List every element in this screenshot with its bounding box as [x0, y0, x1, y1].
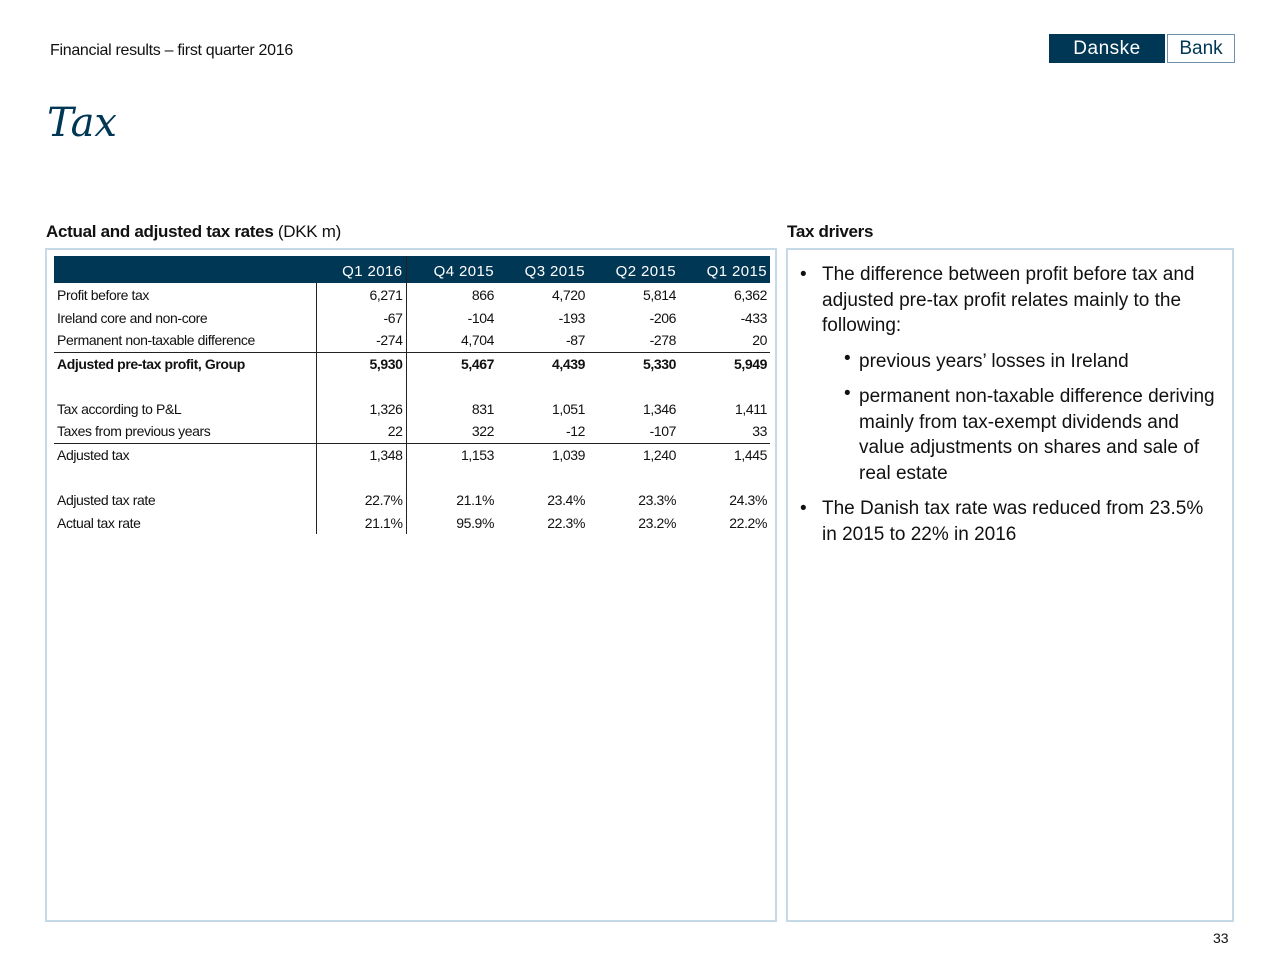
table-cell: 6,362 — [733, 286, 767, 303]
table-cell: -67 — [316, 306, 407, 329]
row-label: Adjusted pre-tax profit, Group — [54, 352, 317, 375]
table-cell: -104 — [467, 309, 495, 326]
table-row: Adjusted pre-tax profit, Group 5,930 5,4… — [54, 352, 770, 375]
logo-bank: Bank — [1167, 34, 1235, 63]
table-cell: 20 — [679, 329, 770, 353]
table-cell: -433 — [740, 309, 768, 326]
table-cell: 1,346 — [642, 400, 676, 417]
page-number: 33 — [1213, 930, 1229, 946]
table-cell: 23.4% — [547, 491, 585, 508]
table-cell: 322 — [406, 420, 497, 444]
table-cell: 1,240 — [642, 446, 676, 463]
driver-bullet: The Danish tax rate was reduced from 23.… — [800, 496, 1220, 547]
table-cell: 6,271 — [316, 283, 407, 306]
table-row: Tax according to P&L 1,326 831 1,051 1,3… — [54, 397, 770, 420]
logo-danske: Danske — [1049, 34, 1165, 63]
table-cell: 1,153 — [460, 446, 494, 463]
row-label: Tax according to P&L — [54, 397, 317, 420]
table-row: Adjusted tax 1,348 1,153 1,039 1,240 1,4… — [54, 443, 770, 466]
row-label: Adjusted tax rate — [54, 488, 317, 511]
table-cell: 1,348 — [316, 443, 407, 466]
page-title: Tax — [47, 100, 117, 146]
table-row: Permanent non-taxable difference -274 4,… — [54, 329, 770, 353]
table-heading: Actual and adjusted tax rates (DKK m) — [46, 222, 341, 242]
row-label: Permanent non-taxable difference — [54, 329, 317, 353]
table-cell: 5,949 — [733, 355, 767, 372]
table-row: Ireland core and non-core -67 -104 -193 … — [54, 306, 770, 329]
table-cell: 1,039 — [551, 446, 585, 463]
driver-bullet: The difference between profit before tax… — [800, 262, 1220, 339]
report-title: Financial results – first quarter 2016 — [50, 42, 293, 59]
table-cell: 5,930 — [316, 352, 407, 375]
drivers-heading: Tax drivers — [787, 222, 873, 242]
table-cell: 22.2% — [729, 514, 767, 531]
table-cell: -278 — [588, 329, 679, 353]
column-header: Q3 2015 — [497, 256, 588, 283]
table-cell: 1,445 — [733, 446, 767, 463]
table-cell: -274 — [316, 329, 407, 353]
table-cell: 22 — [316, 420, 407, 444]
table-cell: 4,704 — [406, 329, 497, 353]
table-row: Actual tax rate 21.1% 95.9% 22.3% 23.2% … — [54, 511, 770, 534]
danske-bank-logo: Danske Bank — [1049, 34, 1235, 63]
row-label: Profit before tax — [54, 283, 317, 306]
table-cell: 21.1% — [316, 511, 407, 534]
table-spacer-row — [54, 375, 770, 397]
table-heading-bold: Actual and adjusted tax rates — [46, 222, 274, 241]
table-row: Profit before tax 6,271 866 4,720 5,814 … — [54, 283, 770, 306]
table-row: Adjusted tax rate 22.7% 21.1% 23.4% 23.3… — [54, 488, 770, 511]
table-cell: 4,720 — [551, 286, 585, 303]
table-cell: -87 — [497, 329, 588, 353]
driver-sub-bullet: permanent non-taxable difference derivin… — [800, 381, 1220, 486]
table-cell: 1,051 — [551, 400, 585, 417]
table-cell: 5,330 — [642, 355, 676, 372]
table-cell: -193 — [558, 309, 586, 326]
row-label: Adjusted tax — [54, 443, 317, 466]
table-cell: -107 — [588, 420, 679, 444]
table-cell: 23.2% — [638, 514, 676, 531]
table-cell: -206 — [649, 309, 677, 326]
table-cell: 21.1% — [456, 491, 494, 508]
table-cell: 1,326 — [316, 397, 407, 420]
driver-sub-bullet: previous years’ losses in Ireland — [800, 346, 1220, 375]
table-cell: 22.7% — [316, 488, 407, 511]
table-cell: 4,439 — [551, 355, 585, 372]
table-cell: 23.3% — [638, 491, 676, 508]
table-cell: 5,814 — [642, 286, 676, 303]
table-cell: -12 — [497, 420, 588, 444]
tax-rates-table: Q1 2016 Q4 2015 Q3 2015 Q2 2015 Q1 2015 … — [54, 256, 770, 534]
table-header-row: Q1 2016 Q4 2015 Q3 2015 Q2 2015 Q1 2015 — [54, 256, 770, 283]
table-cell: 831 — [471, 400, 495, 417]
column-header: Q2 2015 — [588, 256, 679, 283]
table-row: Taxes from previous years 22 322 -12 -10… — [54, 420, 770, 444]
row-label: Ireland core and non-core — [54, 306, 317, 329]
column-header: Q1 2016 — [316, 256, 407, 283]
table-heading-unit: (DKK m) — [273, 222, 341, 241]
table-cell: 5,467 — [460, 355, 494, 372]
table-spacer-row — [54, 466, 770, 488]
row-label: Taxes from previous years — [54, 420, 317, 444]
header-label-cell — [54, 256, 317, 283]
table-cell: 24.3% — [729, 491, 767, 508]
column-header: Q4 2015 — [406, 256, 497, 283]
row-label: Actual tax rate — [54, 511, 317, 534]
table-cell: 22.3% — [547, 514, 585, 531]
table-cell: 33 — [679, 420, 770, 444]
drivers-heading-text: Tax drivers — [787, 222, 874, 241]
table-cell: 1,411 — [735, 400, 767, 417]
table-cell: 95.9% — [456, 514, 494, 531]
column-header: Q1 2015 — [679, 256, 770, 283]
tax-drivers-list: The difference between profit before tax… — [800, 262, 1220, 557]
table-cell: 866 — [471, 286, 495, 303]
